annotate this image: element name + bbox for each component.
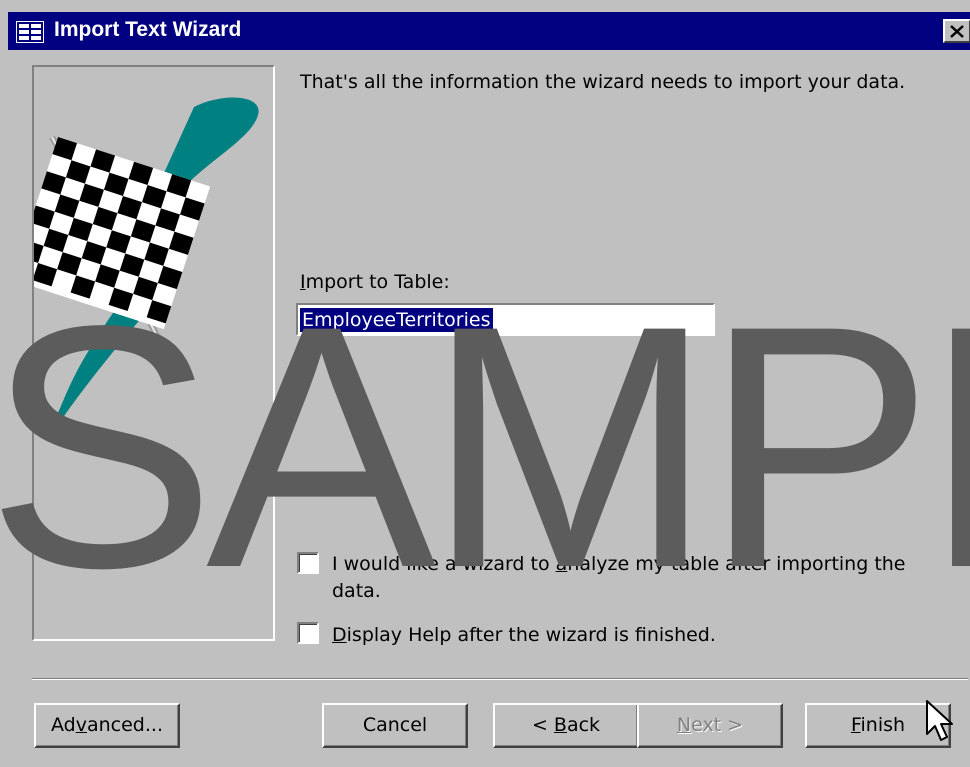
display-help-label: Display Help after the wizard is finishe… xyxy=(332,624,716,646)
analyze-table-label-line1: I would like a wizard to analyze my tabl… xyxy=(332,553,906,575)
advanced-button[interactable]: Advanced... xyxy=(34,703,180,748)
window-title: Import Text Wizard xyxy=(54,18,242,41)
title-bar[interactable]: Import Text Wizard xyxy=(8,12,970,50)
display-help-checkbox[interactable] xyxy=(297,622,319,644)
next-button[interactable]: Next > xyxy=(637,703,783,748)
cancel-button[interactable]: Cancel xyxy=(322,703,468,748)
import-text-wizard-window: Import Text Wizard That's all the inform… xyxy=(0,0,970,767)
intro-text: That's all the information the wizard ne… xyxy=(300,71,906,93)
checkered-flag-icon xyxy=(11,97,259,419)
close-icon xyxy=(950,25,964,38)
close-button[interactable] xyxy=(943,19,970,43)
analyze-table-checkbox[interactable] xyxy=(297,552,319,574)
table-name-value: EmployeeTerritories xyxy=(300,308,493,332)
back-button[interactable]: < Back xyxy=(493,703,639,748)
mouse-pointer-icon xyxy=(926,700,953,741)
table-name-input[interactable]: EmployeeTerritories xyxy=(296,303,715,336)
import-to-table-label: Import to Table: xyxy=(300,271,450,293)
wizard-image-panel xyxy=(11,65,275,641)
wizard-app-icon xyxy=(16,21,44,43)
button-separator xyxy=(32,678,968,680)
analyze-table-label-line2: data. xyxy=(332,580,381,602)
